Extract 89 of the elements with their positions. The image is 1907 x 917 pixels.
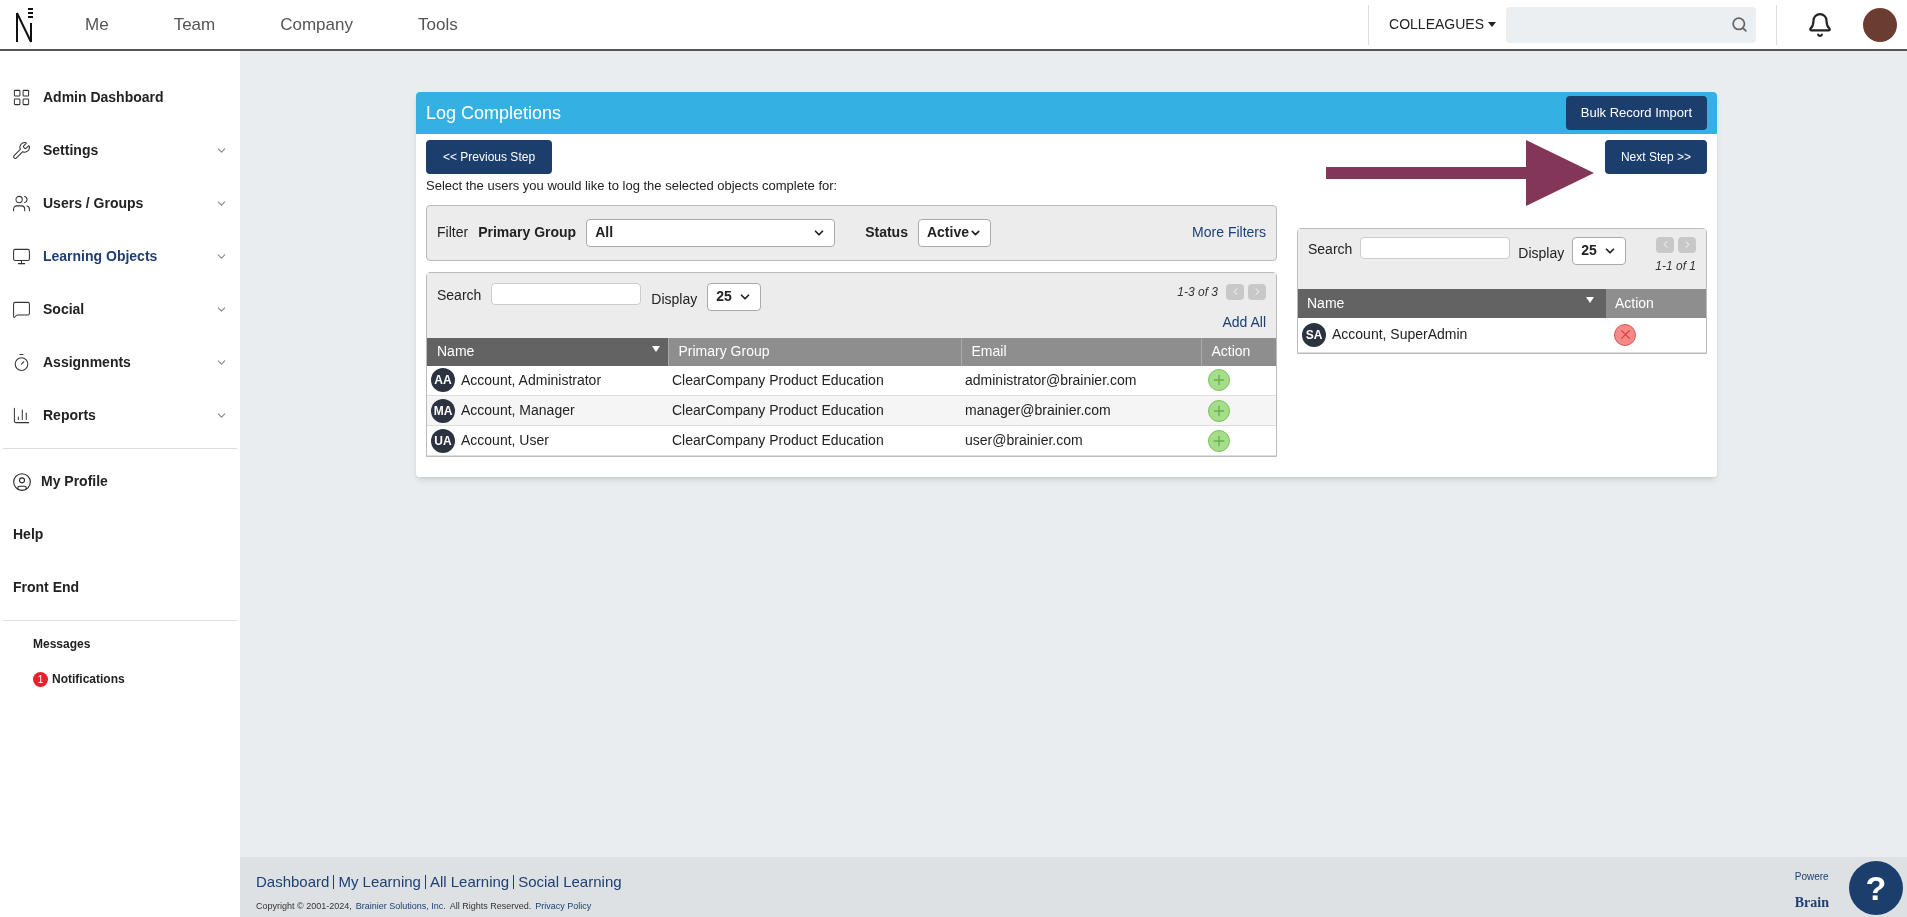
sidebar-item[interactable]: Social [0, 283, 240, 336]
help-button[interactable]: ? [1849, 861, 1903, 915]
sidebar-item[interactable]: Users / Groups [0, 177, 240, 230]
top-nav-link[interactable]: Company [275, 11, 358, 38]
footer-link[interactable]: Dashboard [256, 871, 330, 894]
search-field[interactable] [1360, 236, 1511, 259]
messages-link[interactable]: Messages [0, 627, 240, 661]
brand-logo-text: Brain [1794, 894, 1829, 912]
user-name: Account, Administrator [461, 370, 602, 390]
top-nav-link[interactable]: Me [80, 11, 114, 38]
bulk-record-import-button[interactable]: Bulk Record Import [1565, 96, 1707, 130]
sidebar-item[interactable]: Admin Dashboard [0, 71, 240, 124]
column-header[interactable]: Name [1298, 288, 1606, 318]
display-dropdown[interactable]: 25 [1572, 236, 1627, 265]
search-icon[interactable] [1731, 16, 1748, 33]
sort-arrow-icon [651, 345, 660, 352]
initials-avatar: SA [1302, 322, 1326, 347]
sidebar-item[interactable]: My Profile [0, 455, 240, 508]
user-name: Account, SuperAdmin [1332, 325, 1468, 345]
previous-step-button[interactable]: << Previous Step [426, 140, 553, 174]
rights-text: All Rights Reserved. [449, 899, 532, 913]
search-label: Search [437, 285, 482, 305]
notifications-bell-icon[interactable] [1807, 11, 1833, 38]
next-step-button[interactable]: Next Step >> [1604, 140, 1707, 174]
display-label: Display [651, 289, 698, 309]
next-page-button[interactable] [1248, 283, 1266, 300]
footer-link[interactable]: Social Learning [518, 871, 622, 894]
sidebar-item[interactable]: Learning Objects [0, 230, 240, 283]
search-field[interactable] [491, 282, 642, 305]
remove-button[interactable] [1614, 323, 1636, 346]
add-button[interactable] [1208, 369, 1230, 392]
table-cell: manager@brainier.com [961, 395, 1201, 426]
display-label: Display [1518, 243, 1565, 263]
sidebar-item[interactable]: Help [0, 508, 240, 561]
top-nav-link[interactable]: Team [168, 11, 221, 38]
sidebar-item-icon [12, 406, 31, 425]
table-cell: administrator@brainier.com [961, 365, 1201, 396]
notifications-link[interactable]: 1 Notifications [0, 661, 240, 697]
sidebar-item-icon [12, 141, 31, 160]
sort-arrow-icon [1586, 296, 1594, 303]
status-label: Status [865, 223, 908, 242]
sidebar-item-icon [12, 353, 31, 372]
footer-link[interactable]: All Learning [429, 871, 510, 894]
copyright-text: Copyright © 2001-2024, [256, 899, 352, 913]
panel-title: Log Completions [426, 101, 562, 125]
user-avatar[interactable] [1863, 7, 1897, 42]
profile-icon [12, 471, 32, 492]
sidebar-item[interactable]: Assignments [0, 336, 240, 389]
search-label: Search [1308, 239, 1353, 259]
primary-group-label: Primary Group [478, 223, 577, 242]
sidebar-item[interactable]: Front End [0, 561, 240, 614]
footer-link[interactable]: My Learning [338, 871, 421, 894]
initials-avatar: UA [431, 428, 455, 453]
primary-group-dropdown[interactable]: All [586, 218, 836, 247]
add-all-link[interactable]: Add All [1222, 311, 1266, 333]
sidebar-item-icon [12, 194, 31, 213]
add-button[interactable] [1208, 429, 1230, 452]
previous-page-button[interactable] [1656, 236, 1674, 253]
table-cell: ClearCompany Product Education [668, 365, 961, 396]
top-nav-link[interactable]: Tools [412, 11, 463, 38]
initials-avatar: MA [431, 398, 455, 423]
search-field[interactable] [1506, 6, 1756, 43]
user-name: Account, User [461, 431, 549, 450]
user-name: Account, Manager [461, 401, 575, 420]
sidebar-item-icon [12, 247, 31, 266]
next-page-button[interactable] [1678, 236, 1696, 253]
filter-label: Filter [437, 223, 469, 242]
more-filters-link[interactable]: More Filters [1192, 222, 1266, 243]
sidebar-item-icon [12, 300, 31, 319]
display-dropdown[interactable]: 25 [707, 282, 762, 311]
instructions-text: Select the users you would like to log the selected objects complete for: [425, 177, 839, 195]
colleagues-dropdown[interactable]: COLLEAGUES [1389, 14, 1496, 35]
sidebar-item[interactable]: Settings [0, 124, 240, 177]
page-range: 1-3 of 3 [1177, 283, 1218, 301]
notification-count-badge: 1 [33, 671, 48, 687]
status-dropdown[interactable]: Active [917, 218, 991, 247]
table-cell: ClearCompany Product Education [668, 425, 961, 456]
table-cell: ClearCompany Product Education [668, 395, 961, 426]
sidebar-item[interactable]: Reports [0, 389, 240, 442]
privacy-policy-link[interactable]: Privacy Policy [535, 899, 592, 913]
powered-by-text: Powere [1794, 870, 1829, 884]
sidebar-item-icon [12, 88, 31, 107]
previous-page-button[interactable] [1226, 283, 1244, 300]
table-cell: user@brainier.com [961, 425, 1201, 456]
page-range: 1-1 of 1 [1655, 257, 1696, 275]
footer-link[interactable]: Brainier Solutions, Inc. [355, 899, 446, 913]
add-button[interactable] [1208, 399, 1230, 422]
column-header[interactable]: Name [427, 337, 668, 366]
initials-avatar: AA [431, 368, 455, 393]
